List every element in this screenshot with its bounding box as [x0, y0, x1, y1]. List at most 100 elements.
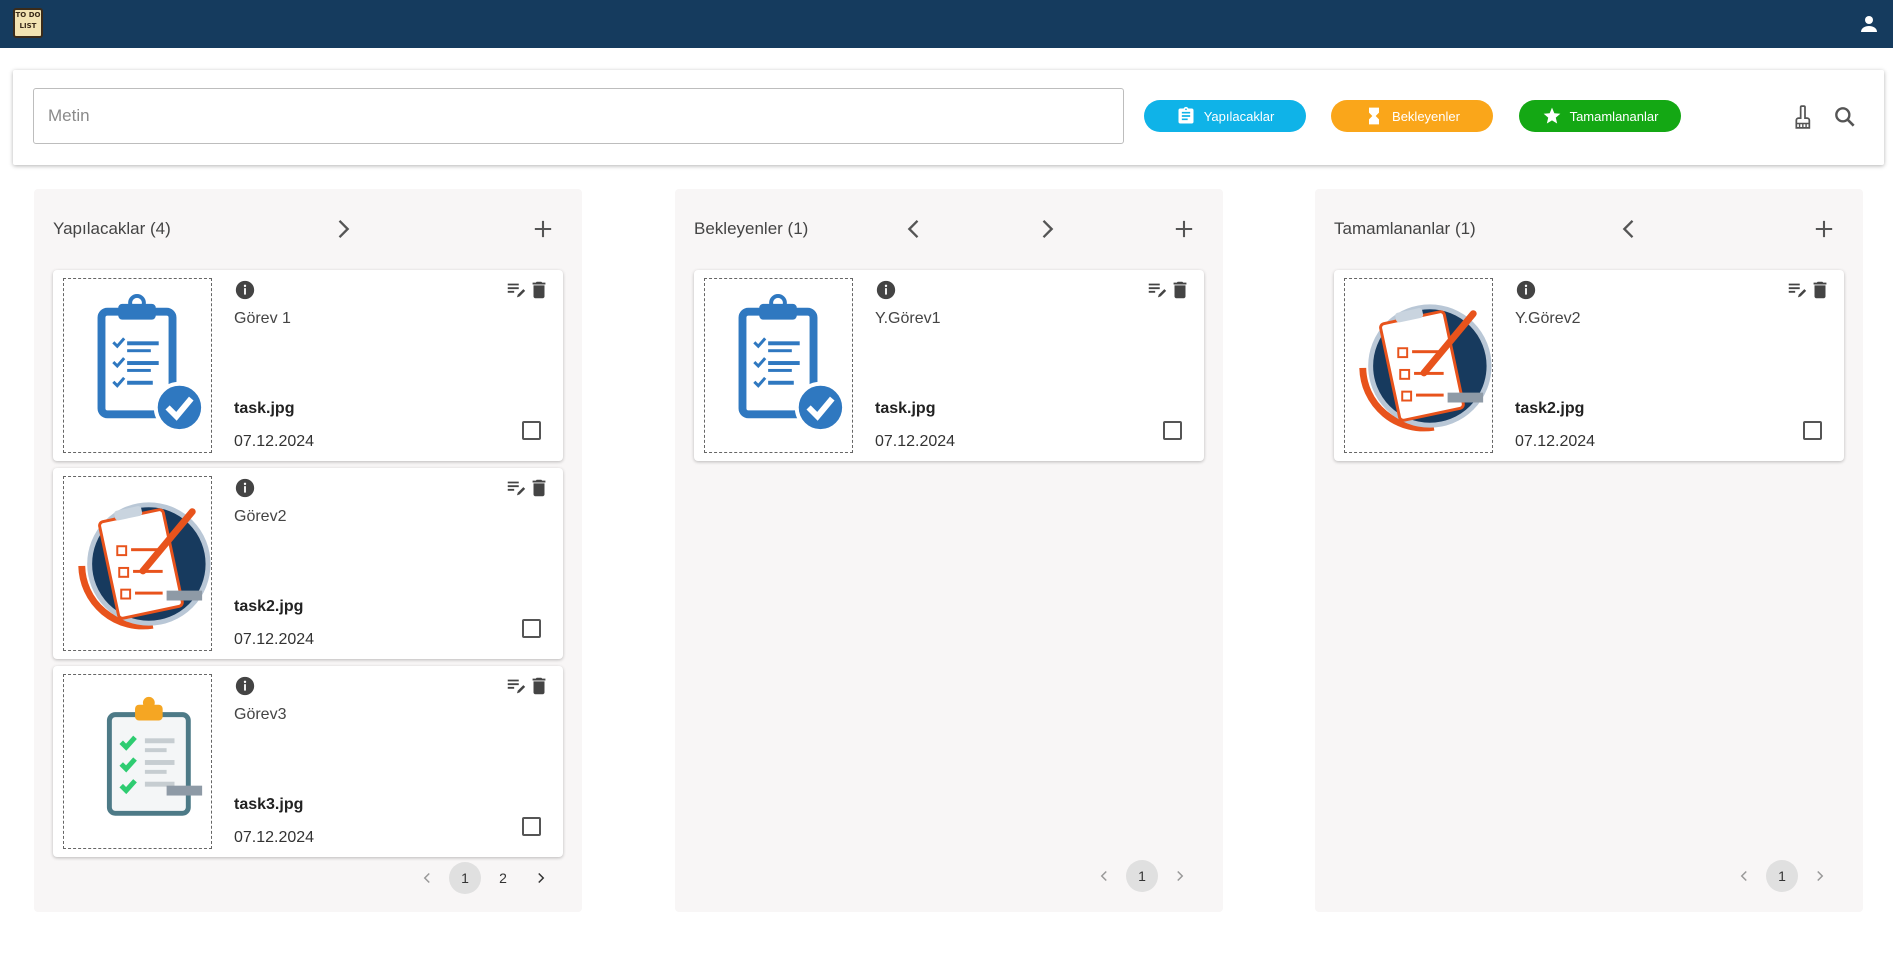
column-title: Yapılacaklar (4): [53, 219, 171, 238]
task-image: [704, 278, 853, 453]
filter-todo-label: Yapılacaklar: [1203, 108, 1275, 124]
edit-note-icon[interactable]: [505, 477, 527, 499]
search-toolbar: Yapılacaklar Bekleyenler Tamamlananlar: [13, 70, 1884, 165]
hourglass-icon: [1369, 107, 1380, 125]
pagination: 1 2: [411, 862, 557, 894]
page-1-button[interactable]: 1: [1766, 860, 1798, 892]
page-2-button[interactable]: 2: [487, 862, 519, 894]
search-input[interactable]: [33, 88, 1124, 144]
next-page-button[interactable]: [1164, 860, 1196, 892]
task-file-name: task2.jpg: [234, 598, 304, 615]
logo-subtext: LIST: [19, 22, 37, 30]
next-page-button[interactable]: [525, 862, 557, 894]
filter-done-button[interactable]: Tamamlananlar: [1519, 100, 1681, 132]
column-todo: Yapılacaklar (4) Görev 1 task.jpg 07.12.…: [34, 189, 582, 912]
orange-clipboard-image: [1345, 279, 1492, 452]
delete-icon[interactable]: [1169, 279, 1191, 301]
info-icon[interactable]: [234, 675, 256, 697]
task-checkbox[interactable]: [1163, 421, 1182, 440]
chevron-right-icon: [1177, 870, 1184, 882]
chevron-left-icon[interactable]: [900, 215, 928, 243]
task-card[interactable]: Görev3 task3.jpg 07.12.2024: [53, 666, 563, 857]
task-checkbox[interactable]: [522, 619, 541, 638]
chevron-right-icon[interactable]: [1033, 215, 1061, 243]
broom-icon[interactable]: [1792, 104, 1818, 130]
task-checkbox[interactable]: [522, 421, 541, 440]
chevron-left-icon: [423, 872, 430, 884]
chevron-right-icon: [1817, 870, 1824, 882]
task-title: Görev2: [234, 508, 287, 525]
pagination: 1: [1728, 860, 1836, 892]
chevron-left-icon: [1100, 870, 1107, 882]
task-date: 07.12.2024: [234, 631, 315, 648]
task-title: Görev 1: [234, 310, 291, 327]
task-file-name: task3.jpg: [234, 796, 304, 813]
task-date: 07.12.2024: [875, 433, 956, 450]
filter-todo-button[interactable]: Yapılacaklar: [1144, 100, 1306, 132]
task-card[interactable]: Görev2 task2.jpg 07.12.2024: [53, 468, 563, 659]
add-icon[interactable]: [1170, 215, 1198, 243]
orange-clipboard-image: [64, 477, 211, 650]
task-card[interactable]: Y.Görev2 task2.jpg 07.12.2024: [1334, 270, 1844, 461]
task-card[interactable]: Görev 1 task.jpg 07.12.2024: [53, 270, 563, 461]
edit-note-icon[interactable]: [505, 675, 527, 697]
top-app-bar: TO DO LIST: [0, 0, 1893, 48]
delete-icon[interactable]: [528, 279, 550, 301]
info-icon[interactable]: [1515, 279, 1537, 301]
pagination: 1: [1088, 860, 1196, 892]
delete-icon[interactable]: [528, 675, 550, 697]
next-page-button[interactable]: [1804, 860, 1836, 892]
logo-text: TO DO: [15, 11, 41, 19]
task-image: [1344, 278, 1493, 453]
task-date: 07.12.2024: [234, 829, 315, 846]
search-icon[interactable]: [1832, 104, 1858, 130]
edit-note-icon[interactable]: [505, 279, 527, 301]
app-logo[interactable]: TO DO LIST: [13, 8, 43, 38]
green-clipboard-image: [64, 675, 211, 848]
prev-page-button[interactable]: [411, 862, 443, 894]
edit-note-icon[interactable]: [1146, 279, 1168, 301]
info-icon[interactable]: [234, 279, 256, 301]
chevron-left-icon[interactable]: [1615, 215, 1643, 243]
task-image: [63, 674, 212, 849]
chevron-right-icon: [538, 872, 545, 884]
star-icon: [1543, 107, 1560, 124]
task-image: [63, 476, 212, 651]
blue-clipboard-image: [705, 279, 852, 452]
page-1-button[interactable]: 1: [1126, 860, 1158, 892]
filter-pending-label: Bekleyenler: [1392, 108, 1460, 124]
task-file-name: task.jpg: [875, 400, 936, 417]
task-date: 07.12.2024: [234, 433, 315, 450]
task-card[interactable]: Y.Görev1 task.jpg 07.12.2024: [694, 270, 1204, 461]
blue-clipboard-image: [64, 279, 211, 452]
task-file-name: task.jpg: [234, 400, 295, 417]
filter-pending-button[interactable]: Bekleyenler: [1331, 100, 1493, 132]
column-title: Tamamlananlar (1): [1334, 219, 1476, 238]
account-icon[interactable]: [1857, 12, 1881, 36]
task-image: [63, 278, 212, 453]
task-title: Y.Görev2: [1515, 310, 1581, 327]
chevron-left-icon: [1740, 870, 1747, 882]
task-file-name: task2.jpg: [1515, 400, 1585, 417]
prev-page-button[interactable]: [1728, 860, 1760, 892]
clipboard-icon: [1178, 106, 1194, 124]
task-checkbox[interactable]: [1803, 421, 1822, 440]
add-icon[interactable]: [1810, 215, 1838, 243]
column-pending: Bekleyenler (1) Y.Görev1 task.jpg 07.12.…: [675, 189, 1223, 912]
info-icon[interactable]: [875, 279, 897, 301]
column-done: Tamamlananlar (1) Y.Görev2 task2.jpg 07.…: [1315, 189, 1863, 912]
task-title: Görev3: [234, 706, 287, 723]
column-title: Bekleyenler (1): [694, 219, 809, 238]
page-1-button[interactable]: 1: [449, 862, 481, 894]
chevron-right-icon[interactable]: [329, 215, 357, 243]
info-icon[interactable]: [234, 477, 256, 499]
filter-done-label: Tamamlananlar: [1569, 108, 1659, 124]
task-date: 07.12.2024: [1515, 433, 1596, 450]
task-checkbox[interactable]: [522, 817, 541, 836]
delete-icon[interactable]: [528, 477, 550, 499]
task-title: Y.Görev1: [875, 310, 941, 327]
add-icon[interactable]: [529, 215, 557, 243]
prev-page-button[interactable]: [1088, 860, 1120, 892]
edit-note-icon[interactable]: [1786, 279, 1808, 301]
delete-icon[interactable]: [1809, 279, 1831, 301]
